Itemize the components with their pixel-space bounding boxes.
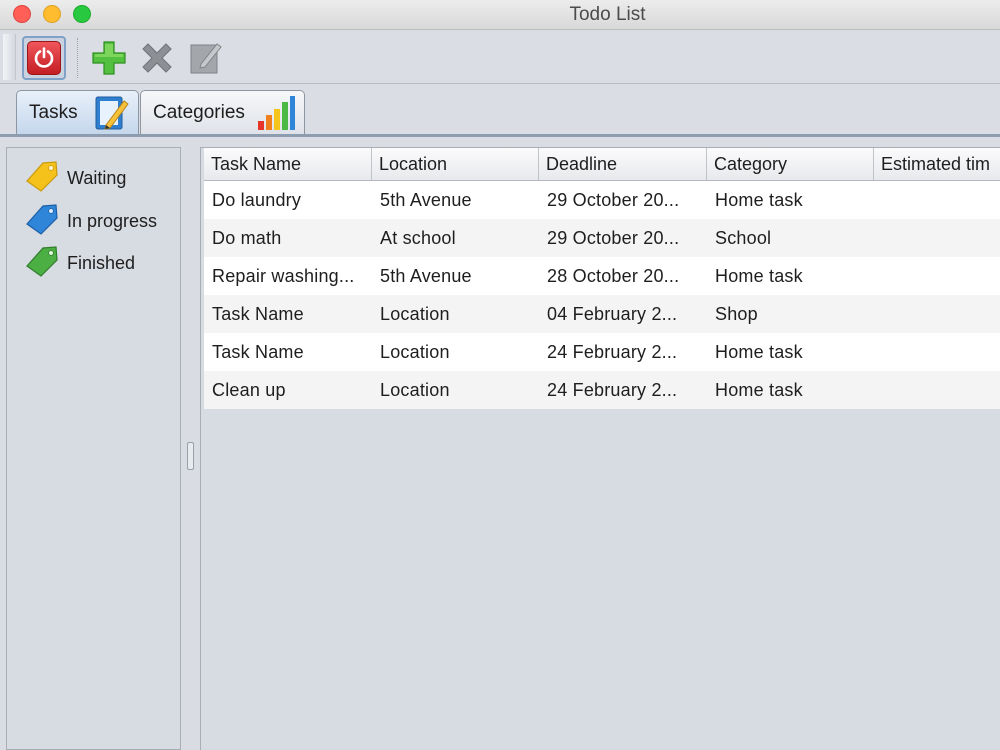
- table-header: Task Name Location Deadline Category Est…: [204, 148, 1000, 181]
- notepad-pencil-icon: [94, 95, 130, 137]
- cell-estimated-time: [874, 295, 1000, 333]
- blue-tag-icon: [23, 202, 61, 241]
- cell-estimated-time: [874, 257, 1000, 295]
- tab-categories[interactable]: Categories: [140, 90, 305, 134]
- column-header-deadline[interactable]: Deadline: [539, 148, 707, 180]
- toolbar-separator: [77, 38, 79, 78]
- tab-tasks[interactable]: Tasks: [16, 90, 139, 134]
- cell-deadline: 04 February 2...: [547, 304, 678, 324]
- cell-deadline: 28 October 20...: [547, 266, 680, 286]
- cell-estimated-time: [874, 181, 1000, 219]
- cell-category: Home task: [715, 190, 803, 210]
- cell-location: Location: [380, 304, 450, 324]
- cell-location: Location: [380, 380, 450, 400]
- column-header-location[interactable]: Location: [372, 148, 539, 180]
- edit-task-button[interactable]: [183, 36, 227, 80]
- cell-category: School: [715, 228, 772, 248]
- title-bar: Todo List: [0, 0, 1000, 30]
- x-icon: [142, 43, 172, 73]
- toolbar: [0, 30, 1000, 84]
- cell-estimated-time: [874, 371, 1000, 409]
- task-table: Task Name Location Deadline Category Est…: [200, 147, 1000, 750]
- cell-task-name: Do math: [212, 228, 282, 248]
- status-label: Waiting: [67, 167, 127, 188]
- plus-icon: [92, 41, 126, 75]
- cell-estimated-time: [874, 333, 1000, 371]
- cell-category: Home task: [715, 342, 803, 362]
- column-header-estimated-time[interactable]: Estimated tim: [874, 148, 1000, 180]
- table-row[interactable]: Do laundry 5th Avenue 29 October 20... H…: [204, 181, 1000, 219]
- cell-estimated-time: [874, 219, 1000, 257]
- cell-task-name: Task Name: [212, 304, 304, 324]
- table-body: Do laundry 5th Avenue 29 October 20... H…: [204, 181, 1000, 409]
- power-button[interactable]: [22, 36, 66, 80]
- split-pane-divider[interactable]: [181, 147, 200, 750]
- tab-bar: Tasks Categories: [0, 84, 1000, 136]
- status-label: In progress: [67, 210, 158, 231]
- cell-location: 5th Avenue: [380, 190, 472, 210]
- delete-task-button[interactable]: [135, 36, 179, 80]
- status-item-finished[interactable]: Finished: [23, 244, 136, 283]
- cell-task-name: Clean up: [212, 380, 286, 400]
- table-row[interactable]: Task Name Location 04 February 2... Shop: [204, 295, 1000, 333]
- table-row[interactable]: Do math At school 29 October 20... Schoo…: [204, 219, 1000, 257]
- cell-category: Home task: [715, 380, 803, 400]
- cell-deadline: 29 October 20...: [547, 190, 680, 210]
- table-row[interactable]: Repair washing... 5th Avenue 28 October …: [204, 257, 1000, 295]
- window-title: Todo List: [569, 4, 646, 25]
- status-label: Finished: [67, 252, 136, 273]
- table-row[interactable]: Task Name Location 24 February 2... Home…: [204, 333, 1000, 371]
- cell-location: At school: [380, 228, 456, 248]
- edit-icon: [190, 43, 222, 74]
- bar-chart-icon: [256, 95, 296, 137]
- cell-category: Shop: [715, 304, 758, 324]
- cell-deadline: 29 October 20...: [547, 228, 680, 248]
- tab-label: Tasks: [29, 101, 78, 123]
- green-tag-icon: [23, 244, 61, 283]
- split-handle[interactable]: [187, 442, 194, 470]
- yellow-tag-icon: [23, 159, 61, 198]
- status-item-waiting[interactable]: Waiting: [23, 159, 127, 198]
- tab-content: Waiting In progress Finished Task Name L…: [0, 137, 1000, 750]
- column-header-task-name[interactable]: Task Name: [204, 148, 372, 180]
- cell-task-name: Do laundry: [212, 190, 302, 210]
- cell-task-name: Task Name: [212, 342, 304, 362]
- tab-label: Categories: [153, 101, 245, 123]
- power-icon: [27, 41, 61, 75]
- toolbar-grip[interactable]: [3, 34, 16, 80]
- cell-task-name: Repair washing...: [212, 266, 355, 286]
- cell-location: 5th Avenue: [380, 266, 472, 286]
- table-row[interactable]: Clean up Location 24 February 2... Home …: [204, 371, 1000, 409]
- column-header-category[interactable]: Category: [707, 148, 874, 180]
- cell-deadline: 24 February 2...: [547, 380, 678, 400]
- cell-location: Location: [380, 342, 450, 362]
- status-item-in-progress[interactable]: In progress: [23, 202, 158, 241]
- add-task-button[interactable]: [87, 36, 131, 80]
- cell-deadline: 24 February 2...: [547, 342, 678, 362]
- status-list: Waiting In progress Finished: [6, 147, 181, 750]
- cell-category: Home task: [715, 266, 803, 286]
